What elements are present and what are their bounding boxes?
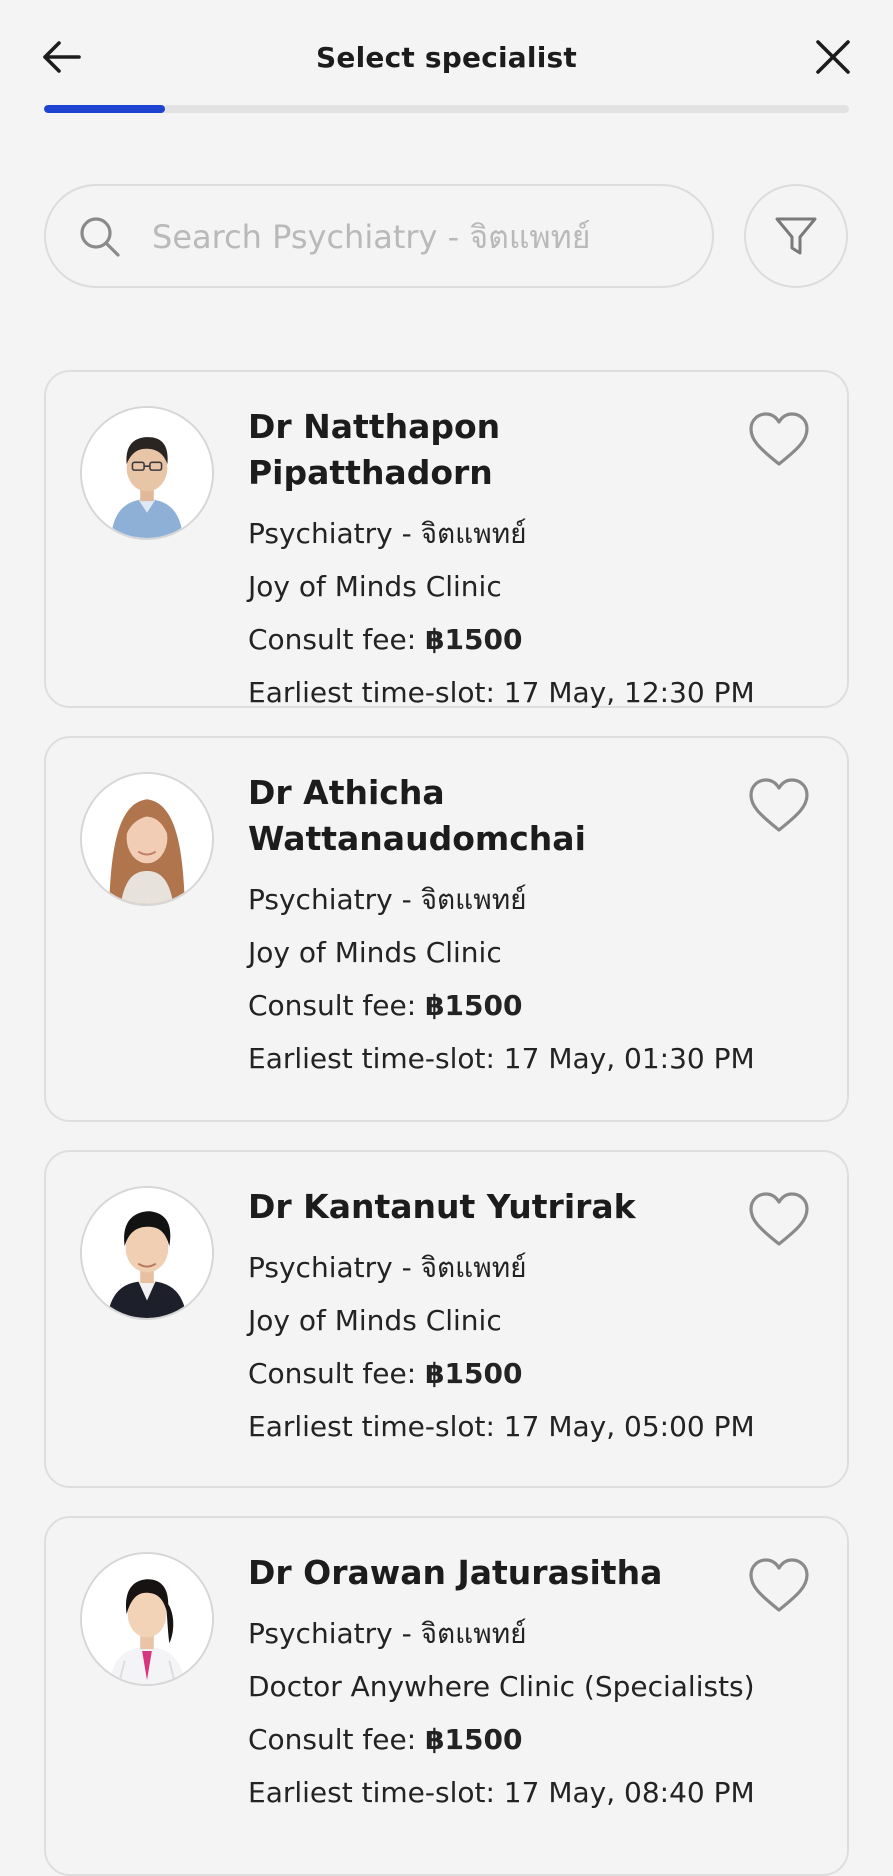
consult-fee-label: Consult fee: <box>248 1723 417 1756</box>
consult-fee-value: ฿1500 <box>425 989 523 1022</box>
search-bar[interactable] <box>44 184 714 288</box>
earliest-time-slot: Earliest time-slot: 17 May, 01:30 PM <box>248 1042 755 1075</box>
doctor-specialty: Psychiatry - จิตแพทย์ <box>248 1251 527 1284</box>
close-button[interactable] <box>810 34 856 80</box>
earliest-time-slot: Earliest time-slot: 17 May, 08:40 PM <box>248 1776 755 1809</box>
doctor-card[interactable]: Dr Orawan Jaturasitha Psychiatry - จิตแพ… <box>44 1516 849 1876</box>
search-icon <box>80 217 120 257</box>
consult-fee-value: ฿1500 <box>425 1723 523 1756</box>
progress-bar-fill <box>44 105 165 113</box>
avatar <box>80 406 214 540</box>
consult-fee: Consult fee: ฿1500 <box>248 1356 827 1392</box>
avatar <box>80 772 214 906</box>
doctor-name: Dr Athicha Wattanaudomchai <box>248 773 586 858</box>
doctor-specialty: Psychiatry - จิตแพทย์ <box>248 517 527 550</box>
page-title: Select specialist <box>316 41 577 74</box>
close-icon <box>816 40 850 74</box>
search-input[interactable] <box>150 206 694 268</box>
doctor-name: Dr Orawan Jaturasitha <box>248 1553 663 1592</box>
avatar <box>80 1552 214 1686</box>
consult-fee: Consult fee: ฿1500 <box>248 622 827 658</box>
consult-fee-label: Consult fee: <box>248 1357 417 1390</box>
top-bar: Select specialist <box>0 0 893 100</box>
doctor-clinic: Joy of Minds Clinic <box>248 570 502 603</box>
earliest-time-slot: Earliest time-slot: 17 May, 12:30 PM <box>248 676 755 709</box>
doctor-card[interactable]: Dr Natthapon Pipatthadorn Psychiatry - จ… <box>44 370 849 709</box>
doctor-card[interactable]: Dr Kantanut Yutrirak Psychiatry - จิตแพท… <box>44 1150 849 1488</box>
doctor-specialty: Psychiatry - จิตแพทย์ <box>248 883 527 916</box>
consult-fee: Consult fee: ฿1500 <box>248 1722 827 1758</box>
progress-bar <box>44 105 849 113</box>
consult-fee-value: ฿1500 <box>425 623 523 656</box>
doctor-specialty: Psychiatry - จิตแพทย์ <box>248 1617 527 1650</box>
doctor-name: Dr Natthapon Pipatthadorn <box>248 407 501 492</box>
doctor-clinic: Doctor Anywhere Clinic (Specialists) <box>248 1670 755 1703</box>
doctor-clinic: Joy of Minds Clinic <box>248 1304 502 1337</box>
doctor-clinic: Joy of Minds Clinic <box>248 936 502 969</box>
doctor-card[interactable]: Dr Athicha Wattanaudomchai Psychiatry - … <box>44 736 849 1122</box>
consult-fee: Consult fee: ฿1500 <box>248 988 827 1024</box>
filter-button[interactable] <box>744 184 848 288</box>
doctor-name: Dr Kantanut Yutrirak <box>248 1187 636 1226</box>
avatar <box>80 1186 214 1320</box>
consult-fee-label: Consult fee: <box>248 623 417 656</box>
filter-icon <box>775 217 817 255</box>
earliest-time-slot: Earliest time-slot: 17 May, 05:00 PM <box>248 1410 755 1443</box>
consult-fee-value: ฿1500 <box>425 1357 523 1390</box>
consult-fee-label: Consult fee: <box>248 989 417 1022</box>
